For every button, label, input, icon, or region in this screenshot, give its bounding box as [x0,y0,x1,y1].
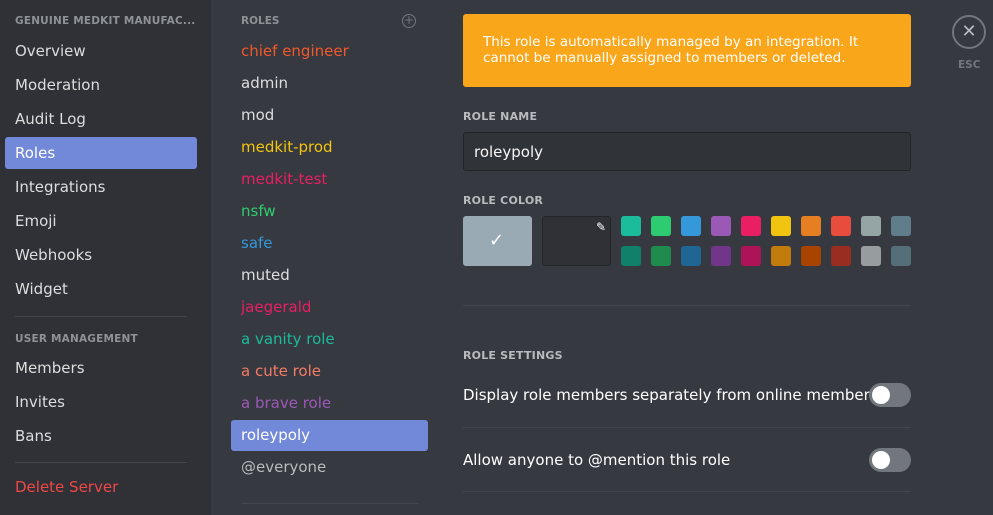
mentionable-toggle[interactable] [869,448,911,472]
setting-divider [463,427,911,428]
role-list-item[interactable]: a brave role [231,388,428,419]
color-swatch[interactable] [681,246,701,266]
hoist-toggle[interactable] [869,383,911,407]
color-swatch[interactable] [801,216,821,236]
setting-divider [463,491,911,492]
role-list-item[interactable]: nsfw [231,196,428,227]
sidebar-item-bans[interactable]: Bans [5,420,197,452]
sidebar-item-audit-log[interactable]: Audit Log [5,103,197,135]
managed-role-notice: This role is automatically managed by an… [463,14,911,87]
sidebar-item-roles[interactable]: Roles [5,137,197,169]
role-list-item[interactable]: chief engineer [231,36,428,67]
color-swatch[interactable] [861,246,881,266]
roles-list-panel: ROLES + chief engineer admin mod medkit-pro… [211,0,443,515]
sidebar-item-moderation[interactable]: Moderation [5,69,197,101]
color-swatch[interactable] [711,246,731,266]
sidebar-divider [15,316,187,317]
sidebar-item-invites[interactable]: Invites [5,386,197,418]
user-management-header: USER MANAGEMENT [15,333,138,345]
toggle-knob [872,451,890,469]
role-list-item[interactable]: medkit-test [231,164,428,195]
color-swatch[interactable] [681,216,701,236]
role-list-item[interactable]: roleypoly [231,420,428,451]
setting-hoist-label: Display role members separately from onl… [463,386,878,404]
default-color-swatch[interactable]: ✓ [463,216,532,266]
esc-label: ESC [958,59,981,71]
eyedropper-icon: ✎ [595,220,606,234]
role-list-item[interactable]: @everyone [231,452,428,483]
color-swatch[interactable] [741,246,761,266]
color-swatch[interactable] [801,246,821,266]
color-swatch[interactable] [621,246,641,266]
sidebar-item-webhooks[interactable]: Webhooks [5,239,197,271]
role-list-item[interactable]: admin [231,68,428,99]
color-swatch[interactable] [651,216,671,236]
server-name-header: GENUINE MEDKIT MANUFAC... [15,15,196,27]
role-list-item[interactable]: safe [231,228,428,259]
color-swatch[interactable] [741,216,761,236]
color-swatch[interactable] [771,216,791,236]
role-list-item[interactable]: muted [231,260,428,291]
role-name-label: ROLE NAME [463,110,538,123]
sidebar-item-widget[interactable]: Widget [5,273,197,305]
color-swatch[interactable] [891,246,911,266]
color-swatch[interactable] [831,246,851,266]
close-icon[interactable]: ✕ [952,15,986,49]
color-swatch[interactable] [651,246,671,266]
delete-server-button[interactable]: Delete Server [5,471,197,503]
color-swatch[interactable] [621,216,641,236]
add-role-icon[interactable]: + [402,14,416,28]
role-color-label: ROLE COLOR [463,194,544,207]
sidebar-item-emoji[interactable]: Emoji [5,205,197,237]
color-swatch[interactable] [711,216,731,236]
role-list-item[interactable]: mod [231,100,428,131]
role-list-item[interactable]: a cute role [231,356,428,387]
check-icon: ✓ [489,230,505,251]
sidebar-item-integrations[interactable]: Integrations [5,171,197,203]
settings-sidebar: GENUINE MEDKIT MANUFAC... Overview Moder… [0,0,211,515]
role-list-item[interactable]: a vanity role [231,324,428,355]
roles-divider [241,503,419,504]
color-swatch[interactable] [771,246,791,266]
role-list-item[interactable]: jaegerald [231,292,428,323]
sidebar-item-members[interactable]: Members [5,352,197,384]
sidebar-divider [15,462,187,463]
role-settings-label: ROLE SETTINGS [463,349,563,362]
color-swatch[interactable] [861,216,881,236]
custom-color-swatch[interactable]: ✎ [542,216,611,266]
role-list-item[interactable]: medkit-prod [231,132,428,163]
roles-header: ROLES [241,15,280,27]
color-swatch[interactable] [831,216,851,236]
toggle-knob [872,386,890,404]
sidebar-item-overview[interactable]: Overview [5,35,197,67]
role-name-input[interactable] [463,132,911,171]
section-divider [463,305,911,306]
color-swatch[interactable] [891,216,911,236]
setting-mentionable-label: Allow anyone to @mention this role [463,451,731,469]
